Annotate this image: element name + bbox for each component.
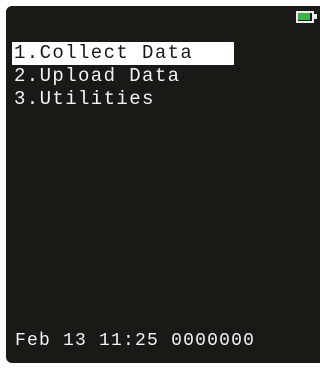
menu-item-utilities[interactable]: 3.Utilities <box>12 88 234 111</box>
battery-level-fill <box>298 13 310 20</box>
device-screen: 1.Collect Data 2.Upload Data 3.Utilities… <box>0 0 320 369</box>
status-date: Feb 13 <box>15 331 88 351</box>
battery-terminal <box>314 14 317 19</box>
status-id: 0000000 <box>171 331 256 351</box>
status-line: Feb 13 11:25 0000000 <box>15 330 255 352</box>
status-time: 11:25 <box>99 331 160 351</box>
menu-item-collect-data[interactable]: 1.Collect Data <box>12 42 234 65</box>
menu-item-upload-data[interactable]: 2.Upload Data <box>12 65 234 88</box>
main-menu: 1.Collect Data 2.Upload Data 3.Utilities <box>12 42 234 111</box>
